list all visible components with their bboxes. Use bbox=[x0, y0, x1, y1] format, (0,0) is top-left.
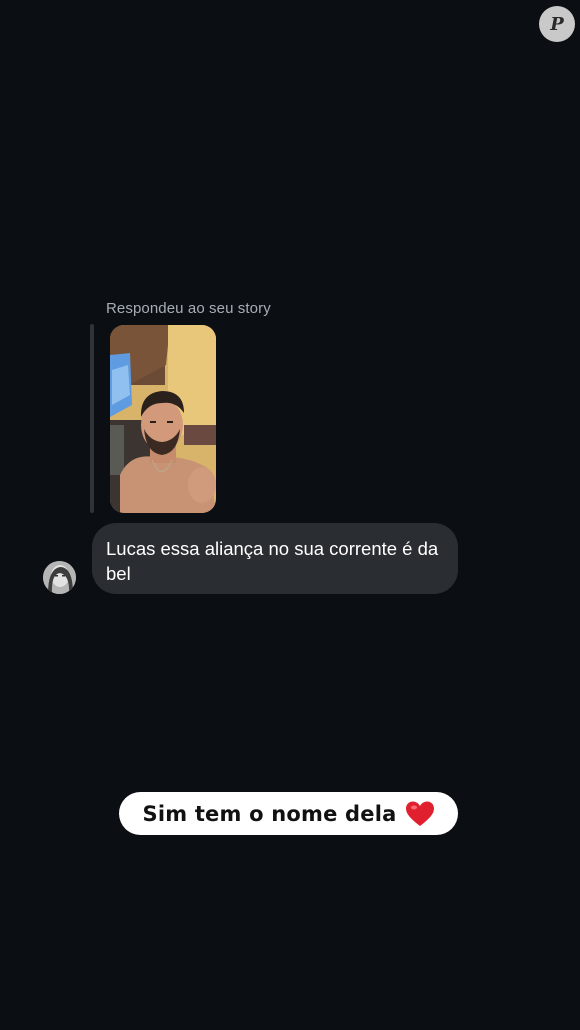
avatar-image bbox=[43, 561, 76, 594]
watermark-letter: P bbox=[550, 13, 564, 35]
purepeople-logo-icon: P bbox=[539, 6, 575, 42]
message-text: Lucas essa aliança no sua corrente é da … bbox=[106, 538, 439, 584]
message-bubble[interactable]: Lucas essa aliança no sua corrente é da … bbox=[92, 523, 458, 594]
story-photo-image bbox=[110, 325, 216, 513]
overlay-caption-text: Sim tem o nome dela bbox=[142, 801, 397, 826]
sender-avatar[interactable] bbox=[43, 561, 76, 594]
dm-conversation-screen: P Respondeu ao seu story Lucas essa alia… bbox=[0, 0, 580, 1030]
red-heart-icon bbox=[405, 800, 435, 828]
story-thumbnail[interactable] bbox=[110, 325, 216, 513]
overlay-caption: Sim tem o nome dela bbox=[119, 792, 458, 835]
story-reply-label: Respondeu ao seu story bbox=[106, 300, 271, 317]
reply-indicator-bar bbox=[90, 324, 94, 513]
